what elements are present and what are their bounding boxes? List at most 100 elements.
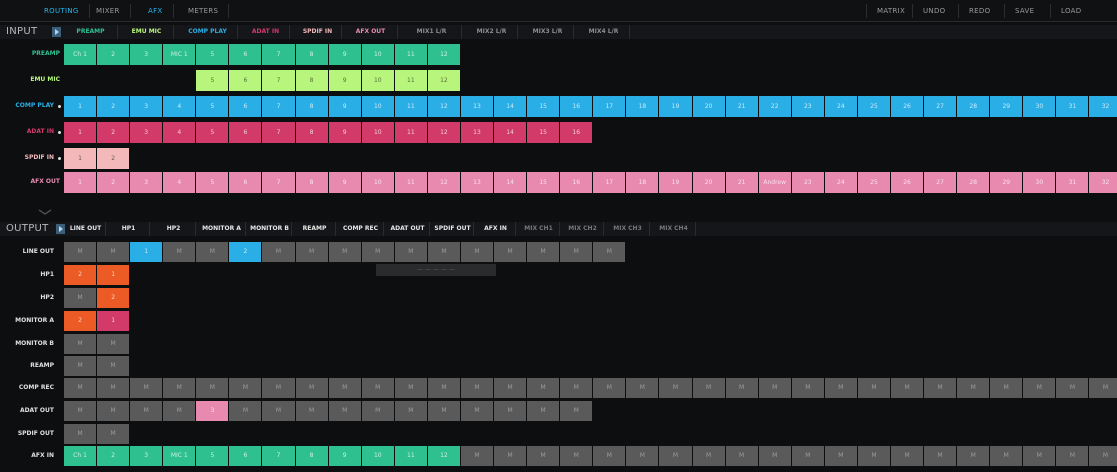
- output-tab-mix-ch4[interactable]: MIX CH4: [652, 222, 696, 236]
- input-cell-afx-out[interactable]: 24: [824, 172, 857, 193]
- input-tab-spdif-in[interactable]: SPDIF IN: [294, 25, 342, 39]
- output-cell-hp2[interactable]: M: [64, 288, 97, 308]
- output-cell-monitor-a[interactable]: 1: [97, 311, 130, 331]
- input-cell-adat-in[interactable]: 9: [328, 122, 361, 143]
- input-cell-afx-out[interactable]: 6: [229, 172, 262, 193]
- input-cell-adat-in[interactable]: 14: [494, 122, 527, 143]
- input-tab-mix1-l-r[interactable]: MIX1 L/R: [402, 25, 462, 39]
- output-cell-line-out[interactable]: M: [394, 242, 427, 262]
- output-cell-line-out[interactable]: M: [560, 242, 593, 262]
- output-tab-mix-ch2[interactable]: MIX CH2: [562, 222, 604, 236]
- output-cell-comp-rec[interactable]: M: [659, 378, 692, 398]
- matrix-button[interactable]: MATRIX: [866, 4, 915, 18]
- output-cell-spdif-out[interactable]: M: [64, 424, 97, 444]
- input-cell-adat-in[interactable]: 15: [527, 122, 560, 143]
- output-cell-afx-in[interactable]: 8: [295, 446, 328, 466]
- output-cell-comp-rec[interactable]: M: [1023, 378, 1056, 398]
- input-cell-comp-play[interactable]: 7: [262, 96, 295, 117]
- input-cell-afx-out[interactable]: 29: [990, 172, 1023, 193]
- output-cell-adat-out[interactable]: M: [394, 401, 427, 421]
- input-cell-preamp[interactable]: 9: [328, 44, 361, 65]
- input-cell-comp-play[interactable]: 9: [328, 96, 361, 117]
- input-cell-comp-play[interactable]: 30: [1023, 96, 1056, 117]
- input-cell-comp-play[interactable]: 11: [394, 96, 427, 117]
- input-cell-afx-out[interactable]: 26: [891, 172, 924, 193]
- input-cell-afx-out[interactable]: 12: [427, 172, 460, 193]
- output-cell-comp-rec[interactable]: M: [1056, 378, 1089, 398]
- output-cell-line-out[interactable]: M: [196, 242, 229, 262]
- input-cell-afx-out[interactable]: 15: [527, 172, 560, 193]
- output-cell-adat-out[interactable]: M: [295, 401, 328, 421]
- load-button[interactable]: LOAD: [1050, 4, 1091, 18]
- output-cell-afx-in[interactable]: 7: [262, 446, 295, 466]
- output-cell-afx-in[interactable]: M: [626, 446, 659, 466]
- output-cell-line-out[interactable]: M: [97, 242, 130, 262]
- output-cell-afx-in[interactable]: M: [460, 446, 494, 466]
- output-cell-afx-in[interactable]: M: [891, 446, 924, 466]
- input-tab-comp-play[interactable]: COMP PLAY: [178, 25, 238, 39]
- input-cell-afx-out[interactable]: 18: [626, 172, 659, 193]
- output-cell-afx-in[interactable]: M: [1023, 446, 1056, 466]
- output-cell-comp-rec[interactable]: M: [692, 378, 725, 398]
- input-cell-afx-out[interactable]: 7: [262, 172, 295, 193]
- output-cell-afx-in[interactable]: 3: [130, 446, 163, 466]
- input-cell-emu-mic[interactable]: 5: [196, 70, 229, 91]
- output-cell-afx-in[interactable]: M: [527, 446, 560, 466]
- output-cell-afx-in[interactable]: M: [725, 446, 758, 466]
- output-cell-line-out[interactable]: M: [295, 242, 328, 262]
- output-cell-afx-in[interactable]: M: [560, 446, 593, 466]
- input-cell-comp-play[interactable]: 32: [1089, 96, 1117, 117]
- input-cell-afx-out[interactable]: 8: [295, 172, 328, 193]
- output-cell-adat-out[interactable]: M: [560, 401, 593, 421]
- output-cell-comp-rec[interactable]: M: [1089, 378, 1117, 398]
- output-cell-spdif-out[interactable]: M: [97, 424, 130, 444]
- output-cell-comp-rec[interactable]: M: [64, 378, 97, 398]
- tab-mixer[interactable]: MIXER: [86, 4, 131, 18]
- output-cell-comp-rec[interactable]: M: [725, 378, 758, 398]
- output-cell-reamp[interactable]: M: [64, 356, 97, 376]
- input-cell-comp-play[interactable]: 4: [163, 96, 196, 117]
- input-cell-preamp[interactable]: 11: [394, 44, 427, 65]
- input-cell-afx-out[interactable]: 20: [692, 172, 725, 193]
- output-cell-comp-rec[interactable]: M: [229, 378, 262, 398]
- output-cell-adat-out[interactable]: M: [130, 401, 163, 421]
- output-tab-line-out[interactable]: LINE OUT: [66, 222, 106, 236]
- input-cell-afx-out[interactable]: 1: [64, 172, 97, 193]
- output-cell-line-out[interactable]: M: [527, 242, 560, 262]
- output-tab-hp2[interactable]: HP2: [152, 222, 196, 236]
- output-cell-afx-in[interactable]: M: [857, 446, 890, 466]
- input-cell-afx-out[interactable]: 19: [659, 172, 692, 193]
- output-cell-comp-rec[interactable]: M: [791, 378, 824, 398]
- input-cell-afx-out[interactable]: 3: [130, 172, 163, 193]
- output-cell-comp-rec[interactable]: M: [460, 378, 494, 398]
- input-expand-arrow-icon[interactable]: [52, 27, 61, 37]
- input-cell-comp-play[interactable]: 25: [857, 96, 890, 117]
- output-cell-afx-in[interactable]: 12: [427, 446, 460, 466]
- output-cell-afx-in[interactable]: 10: [361, 446, 394, 466]
- output-cell-adat-out[interactable]: M: [460, 401, 494, 421]
- output-cell-comp-rec[interactable]: M: [957, 378, 990, 398]
- output-cell-comp-rec[interactable]: M: [891, 378, 924, 398]
- input-tab-afx-out[interactable]: AFX OUT: [344, 25, 398, 39]
- output-cell-adat-out[interactable]: M: [361, 401, 394, 421]
- output-cell-adat-out[interactable]: M: [163, 401, 196, 421]
- input-cell-afx-out[interactable]: 23: [791, 172, 824, 193]
- input-cell-comp-play[interactable]: 31: [1056, 96, 1089, 117]
- input-cell-adat-in[interactable]: 12: [427, 122, 460, 143]
- input-cell-preamp[interactable]: Ch 1: [64, 44, 97, 65]
- output-cell-monitor-b[interactable]: M: [97, 334, 130, 354]
- output-cell-line-out[interactable]: M: [593, 242, 626, 262]
- output-cell-comp-rec[interactable]: M: [262, 378, 295, 398]
- input-cell-comp-play[interactable]: 23: [791, 96, 824, 117]
- input-cell-comp-play[interactable]: 1: [64, 96, 97, 117]
- output-cell-adat-out[interactable]: M: [229, 401, 262, 421]
- output-tab-monitor-b[interactable]: MONITOR B: [248, 222, 292, 236]
- input-cell-comp-play[interactable]: 13: [460, 96, 494, 117]
- output-cell-comp-rec[interactable]: M: [560, 378, 593, 398]
- output-tab-hp1[interactable]: HP1: [108, 222, 150, 236]
- input-cell-comp-play[interactable]: 20: [692, 96, 725, 117]
- output-cell-adat-out[interactable]: M: [328, 401, 361, 421]
- input-cell-comp-play[interactable]: 26: [891, 96, 924, 117]
- output-cell-afx-in[interactable]: 9: [328, 446, 361, 466]
- input-cell-comp-play[interactable]: 24: [824, 96, 857, 117]
